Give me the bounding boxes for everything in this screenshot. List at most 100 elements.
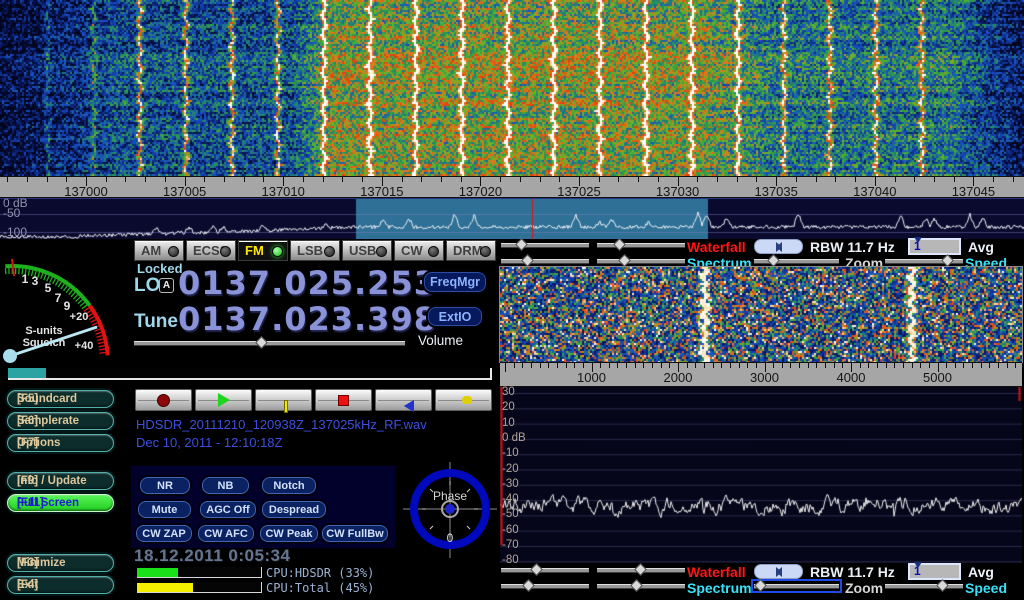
squelch-level-bar[interactable] — [8, 368, 492, 380]
waterfall-scroll-widget[interactable] — [754, 564, 803, 579]
smeter-tick — [53, 279, 56, 284]
scale-label: 1000 — [577, 370, 606, 385]
waterfall-contrast-slider[interactable] — [597, 564, 685, 577]
side-button-samplerate[interactable]: Samplerate[F6] — [7, 412, 114, 430]
transport-rewind-button[interactable] — [375, 389, 432, 411]
zoom-spectrum-display[interactable] — [500, 387, 1022, 563]
dsp-button-despread[interactable]: Despread — [262, 501, 326, 518]
side-button-info-update[interactable]: Info / Update[F9] — [7, 472, 114, 490]
mode-button-am[interactable]: AM — [134, 240, 184, 261]
dsp-button-cw-fullbw[interactable]: CW FullBw — [322, 525, 388, 542]
zoom-waterfall-display[interactable] — [500, 267, 1022, 362]
scale-tick — [441, 177, 442, 182]
side-button-minimize[interactable]: Minimize[F3] — [7, 554, 114, 572]
spectrum-brightness-slider[interactable] — [501, 580, 589, 593]
avg-dropdown[interactable]: 1 — [908, 563, 961, 580]
button-hotkey: [F7] — [17, 437, 38, 449]
scroll-right-icon[interactable] — [776, 242, 782, 252]
mode-button-lsb[interactable]: LSB — [290, 240, 340, 261]
transport-play-button[interactable] — [195, 389, 252, 411]
side-button-soundcard[interactable]: Soundcard[F5] — [7, 390, 114, 408]
side-button-full-screen[interactable]: Full Screen[F11] — [7, 494, 114, 512]
scale-tick — [1013, 177, 1014, 182]
transport-loop-button[interactable] — [435, 389, 492, 411]
mode-button-usb[interactable]: USB — [342, 240, 392, 261]
dsp-button-notch[interactable]: Notch — [262, 477, 316, 494]
rbw-readout: RBW 11.7 Hz — [810, 564, 895, 580]
display-controls-bottom: WaterfallRBW 11.7 Hz1AvgSpectrumZoomSpee… — [497, 563, 1024, 598]
dsp-button-cw-zap[interactable]: CW ZAP — [136, 525, 192, 542]
speed-slider[interactable] — [885, 580, 963, 593]
scale-tick — [125, 177, 126, 182]
scale-tick — [323, 177, 324, 182]
spectrum-tab[interactable]: Spectrum — [687, 580, 752, 596]
scroll-right-icon[interactable] — [776, 567, 782, 577]
spectrum-contrast-slider[interactable] — [597, 580, 685, 593]
avg-label: Avg — [968, 239, 994, 255]
main-frequency-scale[interactable]: 1370001370051370101370151370201370251370… — [0, 176, 1024, 198]
dsp-button-nb[interactable]: NB — [202, 477, 249, 494]
scale-tick — [540, 177, 541, 182]
lo-auto-badge[interactable]: A — [159, 278, 174, 293]
scale-tick — [895, 177, 896, 182]
current-datetime: 18.12.2011 0:05:34 — [134, 546, 290, 566]
zoom-frequency-scale[interactable]: 10002000300040005000 — [500, 362, 1022, 387]
mode-button-drm[interactable]: DRM — [446, 240, 496, 261]
scale-tick — [825, 363, 826, 368]
scale-tick — [1015, 363, 1016, 368]
waterfall-scroll-widget[interactable] — [754, 239, 803, 254]
scale-tick — [993, 177, 994, 182]
mode-led — [480, 246, 491, 257]
mode-button-cw[interactable]: CW — [394, 240, 444, 261]
scale-tick — [903, 363, 904, 368]
transport-record-button[interactable] — [135, 389, 192, 411]
zoom-slider[interactable] — [754, 580, 839, 593]
waterfall-contrast-slider[interactable] — [597, 239, 685, 252]
transport-pause-button[interactable] — [255, 389, 312, 411]
scale-tick — [790, 363, 791, 368]
rbw-readout: RBW 11.7 Hz — [810, 239, 895, 255]
mode-led — [324, 246, 335, 257]
mode-label: USB — [349, 243, 376, 258]
playback-filename: HDSDR_20111210_120938Z_137025kHz_RF.wav — [136, 417, 427, 432]
scale-tick — [737, 177, 738, 182]
freqmgr-button[interactable]: FreqMgr — [424, 272, 486, 292]
mode-button-fm[interactable]: FM — [238, 240, 288, 261]
scale-label: 3000 — [750, 370, 779, 385]
scale-tick — [842, 363, 843, 368]
dsp-button-nr[interactable]: NR — [140, 477, 190, 494]
avg-dropdown[interactable]: 1 — [908, 238, 961, 255]
main-spectrum-display[interactable] — [0, 198, 1024, 239]
tune-frequency-display[interactable]: 0137.023.398 — [178, 300, 437, 338]
scale-tick — [106, 177, 107, 182]
dsp-button-cw-afc[interactable]: CW AFC — [198, 525, 254, 542]
smeter-scale-label: 3 — [32, 274, 39, 288]
volume-slider-control[interactable] — [134, 337, 405, 350]
dsp-button-mute[interactable]: Mute — [138, 501, 191, 518]
scale-tick — [342, 177, 343, 182]
scale-label: 5000 — [923, 370, 952, 385]
smeter-tick — [61, 284, 64, 289]
waterfall-tab[interactable]: Waterfall — [687, 564, 746, 580]
cpu-bar-fill — [137, 568, 178, 577]
transport-stop-button[interactable] — [315, 389, 372, 411]
scale-tick — [47, 177, 48, 182]
waterfall-tab[interactable]: Waterfall — [687, 239, 746, 255]
squelch-level-fill — [8, 368, 46, 378]
scale-tick — [7, 177, 8, 182]
lo-frequency-display[interactable]: 0137.025.253 — [178, 264, 437, 302]
main-waterfall-display[interactable] — [0, 0, 1024, 176]
extio-button[interactable]: ExtIO — [428, 307, 482, 326]
mode-button-ecss[interactable]: ECSS — [186, 240, 236, 261]
waterfall-brightness-slider[interactable] — [501, 239, 589, 252]
dsp-button-cw-peak[interactable]: CW Peak — [260, 525, 318, 542]
side-button-options[interactable]: Options[F7] — [7, 434, 114, 452]
smeter-tick — [28, 270, 29, 276]
button-hotkey: [F11] — [17, 497, 44, 509]
dsp-button-agc-off[interactable]: AGC Off — [200, 501, 256, 518]
phase-label: Phase — [433, 489, 467, 503]
side-button-exit[interactable]: Exit[F4] — [7, 576, 114, 594]
scale-tick — [638, 177, 639, 182]
scale-tick — [773, 363, 774, 368]
waterfall-brightness-slider[interactable] — [501, 564, 589, 577]
